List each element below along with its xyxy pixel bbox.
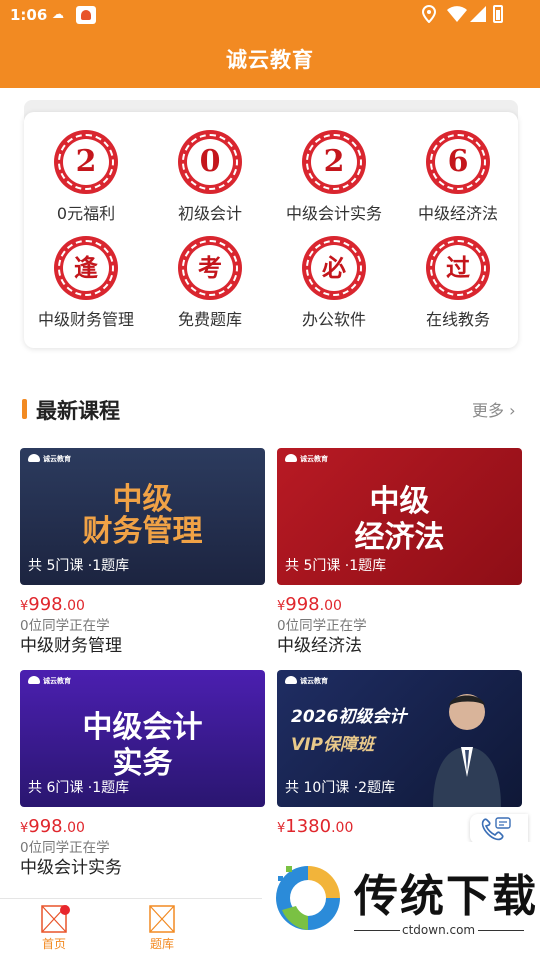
status-bar: 1:06 ☁ — [0, 0, 540, 32]
medal-icon: 0 — [178, 130, 242, 194]
grid-item-label: 在线教务 — [425, 310, 490, 329]
nav-tab-question-bank[interactable]: 题库 — [132, 905, 192, 952]
course-meta: 共 5门课 ·1题库 — [285, 558, 387, 574]
course-price: ¥998.00 — [277, 594, 342, 615]
course-price: ¥998.00 — [20, 816, 85, 837]
nav-label: 首页 — [41, 937, 66, 951]
thumb-title-line2: 实务 — [112, 746, 173, 781]
brand-logo: 诚云教育 — [285, 454, 328, 464]
learner-count: 0位同学正在学 — [20, 840, 110, 856]
thumb-title-line2: 经济法 — [354, 520, 445, 555]
grid-item-label: 中级财务管理 — [37, 310, 134, 329]
grid-item-intermediate-practice[interactable]: 2 中级会计实务 — [272, 112, 396, 223]
grid-item-junior-accounting[interactable]: 0 初级会计 — [148, 112, 272, 223]
category-grid: 2 0元福利 0 初级会计 2 中级会计实务 6 中级经济法 逢 中级财务管理 … — [24, 112, 518, 348]
cloud-icon: ☁ — [52, 7, 64, 21]
grid-item-free-welfare[interactable]: 2 0元福利 — [24, 112, 148, 223]
app-notification-icon — [76, 6, 96, 24]
course-card[interactable]: 诚云教育 中级会计 实务 共 6门课 ·1题库 ¥998.00 0位同学正在学 … — [20, 670, 265, 879]
nav-tab-home[interactable]: 首页 — [24, 905, 84, 952]
thumb-title-line1: 2026初级会计 — [291, 707, 407, 727]
grid-item-label: 办公软件 — [301, 310, 366, 329]
notification-dot — [60, 905, 70, 915]
medal-icon: 过 — [426, 236, 490, 300]
medal-icon: 逢 — [54, 236, 118, 300]
course-name: 中级财务管理 — [20, 636, 122, 656]
status-time: 1:06 — [10, 6, 48, 24]
instructor-photo — [433, 694, 501, 807]
more-link[interactable]: 更多 › — [472, 397, 516, 421]
medal-icon: 2 — [302, 130, 366, 194]
grid-item-office-software[interactable]: 必 办公软件 — [272, 218, 396, 329]
brand-logo: 诚云教育 — [285, 676, 328, 686]
grid-item-financial-management[interactable]: 逢 中级财务管理 — [24, 218, 148, 329]
battery-icon — [493, 5, 503, 23]
question-bank-icon — [149, 905, 175, 933]
nav-label: 题库 — [149, 937, 174, 951]
grid-item-free-question-bank[interactable]: 考 免费题库 — [148, 218, 272, 329]
page-title: 诚云教育 — [226, 48, 314, 72]
wifi-icon — [447, 6, 467, 22]
medal-icon: 2 — [54, 130, 118, 194]
course-thumbnail: 诚云教育 2026初级会计 VIP保障班 共 10门课 ·2题库 — [277, 670, 522, 807]
location-icon — [422, 5, 436, 23]
watermark: 传统下载 ctdown.com — [262, 842, 540, 960]
contact-button[interactable] — [470, 814, 528, 844]
medal-icon: 必 — [302, 236, 366, 300]
medal-icon: 6 — [426, 130, 490, 194]
course-price: ¥998.00 — [20, 594, 85, 615]
course-thumbnail: 诚云教育 中级 经济法 共 5门课 ·1题库 — [277, 448, 522, 585]
course-card[interactable]: 诚云教育 中级 经济法 共 5门课 ·1题库 ¥998.00 0位同学正在学 中… — [277, 448, 522, 657]
section-title: 最新课程 — [36, 399, 120, 423]
section-accent-bar — [22, 399, 27, 419]
watermark-logo-icon — [276, 866, 340, 930]
course-meta: 共 5门课 ·1题库 — [28, 558, 130, 574]
phone-chat-icon — [481, 817, 511, 841]
course-thumbnail: 诚云教育 中级 财务管理 共 5门课 ·1题库 — [20, 448, 265, 585]
learner-count: 0位同学正在学 — [20, 618, 110, 634]
grid-item-online-academic[interactable]: 过 在线教务 — [396, 218, 520, 329]
watermark-url: ctdown.com — [402, 923, 476, 937]
brand-logo: 诚云教育 — [28, 676, 71, 686]
course-thumbnail: 诚云教育 中级会计 实务 共 6门课 ·1题库 — [20, 670, 265, 807]
thumb-title-line2: VIP保障班 — [291, 735, 374, 755]
course-name: 中级会计实务 — [20, 858, 122, 878]
watermark-divider — [354, 930, 400, 931]
grid-item-label: 免费题库 — [177, 310, 242, 329]
grid-item-intermediate-economic-law[interactable]: 6 中级经济法 — [396, 112, 520, 223]
watermark-divider — [478, 930, 524, 931]
thumb-title-line2: 财务管理 — [82, 514, 203, 549]
course-meta: 共 6门课 ·1题库 — [28, 780, 130, 796]
brand-logo: 诚云教育 — [28, 454, 71, 464]
course-meta: 共 10门课 ·2题库 — [285, 780, 396, 796]
course-name: 中级经济法 — [277, 636, 362, 656]
watermark-text: 传统下载 — [354, 871, 538, 922]
learner-count: 0位同学正在学 — [277, 618, 367, 634]
medal-icon: 考 — [178, 236, 242, 300]
app-header: 1:06 ☁ 诚云教育 — [0, 0, 540, 88]
signal-icon — [470, 6, 486, 22]
course-card[interactable]: 诚云教育 中级 财务管理 共 5门课 ·1题库 ¥998.00 0位同学正在学 … — [20, 448, 265, 657]
